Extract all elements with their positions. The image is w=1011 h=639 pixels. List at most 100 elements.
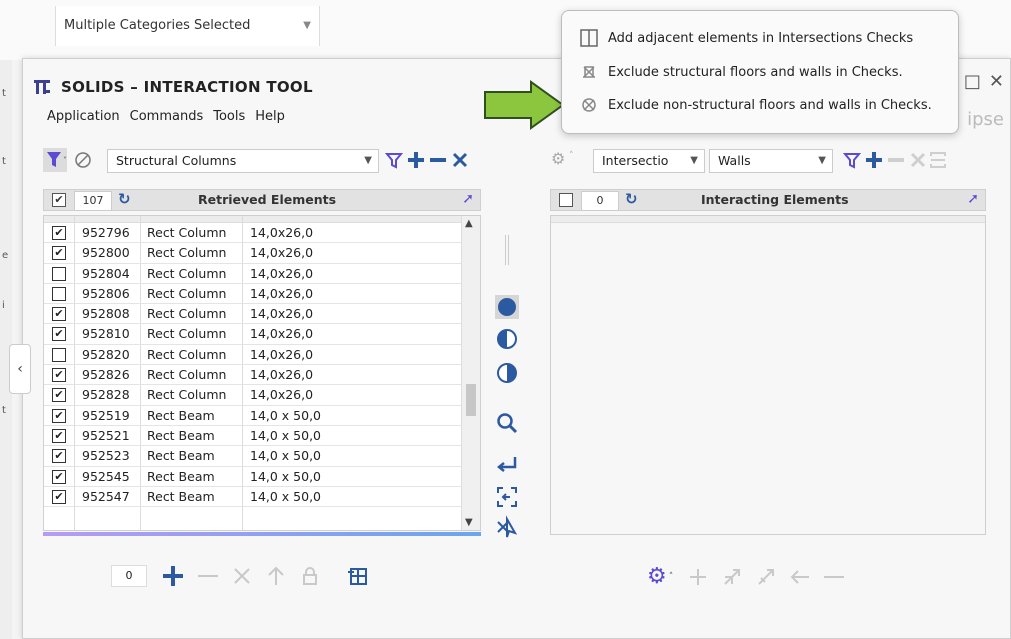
adjacent-elements-icon <box>580 29 598 47</box>
select-all-checkbox[interactable]: ✔ <box>52 193 66 207</box>
scroll-up-icon[interactable]: ▲ <box>465 218 473 229</box>
row-checkbox[interactable]: ✔ <box>52 246 66 261</box>
chevron-down-icon: ▼ <box>818 155 826 166</box>
remove-icon[interactable] <box>197 565 219 587</box>
table-row[interactable]: 952806 Rect Column 14,0x26,0 <box>44 284 480 305</box>
no-filter-icon[interactable] <box>73 150 93 170</box>
row-checkbox[interactable] <box>52 286 66 301</box>
popup-item-add-adjacent[interactable]: Add adjacent elements in Intersections C… <box>580 29 913 47</box>
row-checkbox[interactable]: ✔ <box>52 368 66 383</box>
table-row[interactable]: ✔ 952796 Rect Column 14,0x26,0 <box>44 223 480 244</box>
row-size: 14,0x26,0 <box>250 306 314 322</box>
grid-table-icon[interactable] <box>347 565 369 587</box>
remove-icon[interactable] <box>887 151 905 169</box>
chevron-up-icon[interactable]: ˄ <box>669 572 674 582</box>
table-row[interactable]: ✔ 952800 Rect Column 14,0x26,0 <box>44 243 480 264</box>
row-name: Rect Beam <box>147 488 215 504</box>
row-checkbox[interactable]: ✔ <box>52 489 66 504</box>
bottom-right-toolbar: ⚙ ˄ <box>647 564 857 589</box>
remove-icon[interactable] <box>823 566 845 588</box>
menu-bar: Application Commands Tools Help <box>47 109 285 124</box>
row-name: Rect Beam <box>147 427 215 443</box>
return-icon[interactable] <box>495 453 519 477</box>
interaction-category-combo[interactable]: Walls ▼ <box>709 149 833 173</box>
background-letter: t <box>2 88 6 99</box>
search-icon[interactable] <box>495 411 519 435</box>
row-checkbox[interactable]: ✔ <box>52 388 66 403</box>
table-row[interactable]: ✔ 952808 Rect Column 14,0x26,0 <box>44 304 480 325</box>
collapse-panel-button[interactable]: ‹ <box>9 344 31 394</box>
half-circle-left-icon[interactable] <box>495 327 519 351</box>
zoom-to-selection-icon[interactable] <box>495 485 519 509</box>
menu-tools[interactable]: Tools <box>213 109 245 124</box>
full-circle-icon[interactable] <box>495 295 519 319</box>
split-arrows-icon[interactable] <box>721 566 743 588</box>
close-button[interactable]: ✕ <box>989 71 1004 92</box>
interaction-mode-combo[interactable]: Intersectio ▼ <box>593 149 705 173</box>
menu-help[interactable]: Help <box>255 109 285 124</box>
menu-application[interactable]: Application <box>47 109 120 124</box>
select-cursor-icon[interactable]: ➚ <box>462 191 474 207</box>
table-row[interactable]: ✔ 952828 Rect Column 14,0x26,0 <box>44 385 480 406</box>
add-icon[interactable] <box>407 151 425 169</box>
gear-icon[interactable]: ⚙ <box>551 149 565 168</box>
table-row[interactable]: ✔ 952519 Rect Beam 14,0 x 50,0 <box>44 406 480 426</box>
table-row[interactable]: ✔ 952547 Rect Beam 14,0 x 50,0 <box>44 487 480 508</box>
clear-icon[interactable] <box>231 565 253 587</box>
remove-icon[interactable] <box>429 151 447 169</box>
table-row[interactable]: 952820 Rect Column 14,0x26,0 <box>44 345 480 366</box>
exclude-nonstructural-icon <box>582 98 596 112</box>
filter-icon[interactable] <box>385 151 403 169</box>
refresh-icon[interactable]: ↻ <box>118 190 131 208</box>
row-checkbox[interactable]: ✔ <box>52 428 66 443</box>
filter-icon[interactable] <box>843 151 861 169</box>
row-checkbox[interactable]: ✔ <box>52 469 66 484</box>
row-size: 14,0x26,0 <box>250 245 314 261</box>
row-checkbox[interactable]: ✔ <box>52 449 66 464</box>
background-category-dropdown[interactable]: Multiple Categories Selected ▼ <box>55 6 320 46</box>
popup-item-exclude-structural[interactable]: Exclude structural floors and walls in C… <box>580 63 903 81</box>
arrow-back-icon[interactable] <box>789 566 811 588</box>
add-icon[interactable] <box>865 151 883 169</box>
table-row[interactable]: ✔ 952826 Rect Column 14,0x26,0 <box>44 365 480 386</box>
table-row[interactable]: ✔ 952521 Rect Beam 14,0 x 50,0 <box>44 426 480 447</box>
retrieved-count: 107 <box>74 191 112 211</box>
maximize-button[interactable]: □ <box>964 71 981 92</box>
swap-arrows-icon[interactable] <box>755 566 777 588</box>
clear-icon[interactable] <box>451 151 469 169</box>
grid-scrollbar[interactable]: ▲ ▼ <box>461 216 480 530</box>
app-logo-icon <box>34 80 50 94</box>
lock-icon[interactable] <box>299 565 321 587</box>
row-checkbox[interactable]: ✔ <box>52 307 66 322</box>
split-view-icon[interactable] <box>929 151 947 169</box>
row-checkbox[interactable]: ✔ <box>52 327 66 342</box>
table-row[interactable]: ✔ 952810 Rect Column 14,0x26,0 <box>44 324 480 345</box>
add-icon[interactable] <box>161 564 185 588</box>
chevron-up-icon[interactable]: ˄ <box>569 151 574 161</box>
row-checkbox[interactable]: ✔ <box>52 226 66 240</box>
row-checkbox[interactable] <box>52 266 66 281</box>
table-row[interactable]: ✔ 952545 Rect Beam 14,0 x 50,0 <box>44 467 480 487</box>
deselect-cursor-icon[interactable] <box>495 515 519 539</box>
scroll-down-icon[interactable]: ▼ <box>465 517 473 528</box>
select-cursor-icon[interactable]: ➚ <box>967 191 979 207</box>
select-all-checkbox[interactable] <box>559 193 573 207</box>
category-combo[interactable]: Structural Columns ▼ <box>107 149 379 173</box>
add-icon[interactable] <box>687 566 709 588</box>
row-checkbox[interactable] <box>52 347 66 362</box>
callout-arrow-icon <box>484 80 565 130</box>
clear-icon[interactable] <box>909 151 927 169</box>
row-checkbox[interactable]: ✔ <box>52 408 66 423</box>
refresh-icon[interactable]: ↻ <box>625 190 638 208</box>
popup-item-exclude-nonstructural[interactable]: Exclude non-structural floors and walls … <box>580 96 932 114</box>
table-row[interactable]: ✔ 952523 Rect Beam 14,0 x 50,0 <box>44 446 480 467</box>
row-size: 14,0 x 50,0 <box>250 488 322 504</box>
half-circle-right-icon[interactable] <box>495 361 519 385</box>
menu-commands[interactable]: Commands <box>130 109 204 124</box>
arrow-up-icon[interactable] <box>265 565 287 587</box>
table-row[interactable]: 952804 Rect Column 14,0x26,0 <box>44 264 480 284</box>
filter-dropdown-icon[interactable]: ˅ <box>43 148 67 172</box>
interacting-elements-title: Interacting Elements <box>701 192 849 207</box>
scroll-thumb[interactable] <box>466 384 476 416</box>
gear-icon[interactable]: ⚙ <box>647 564 667 589</box>
